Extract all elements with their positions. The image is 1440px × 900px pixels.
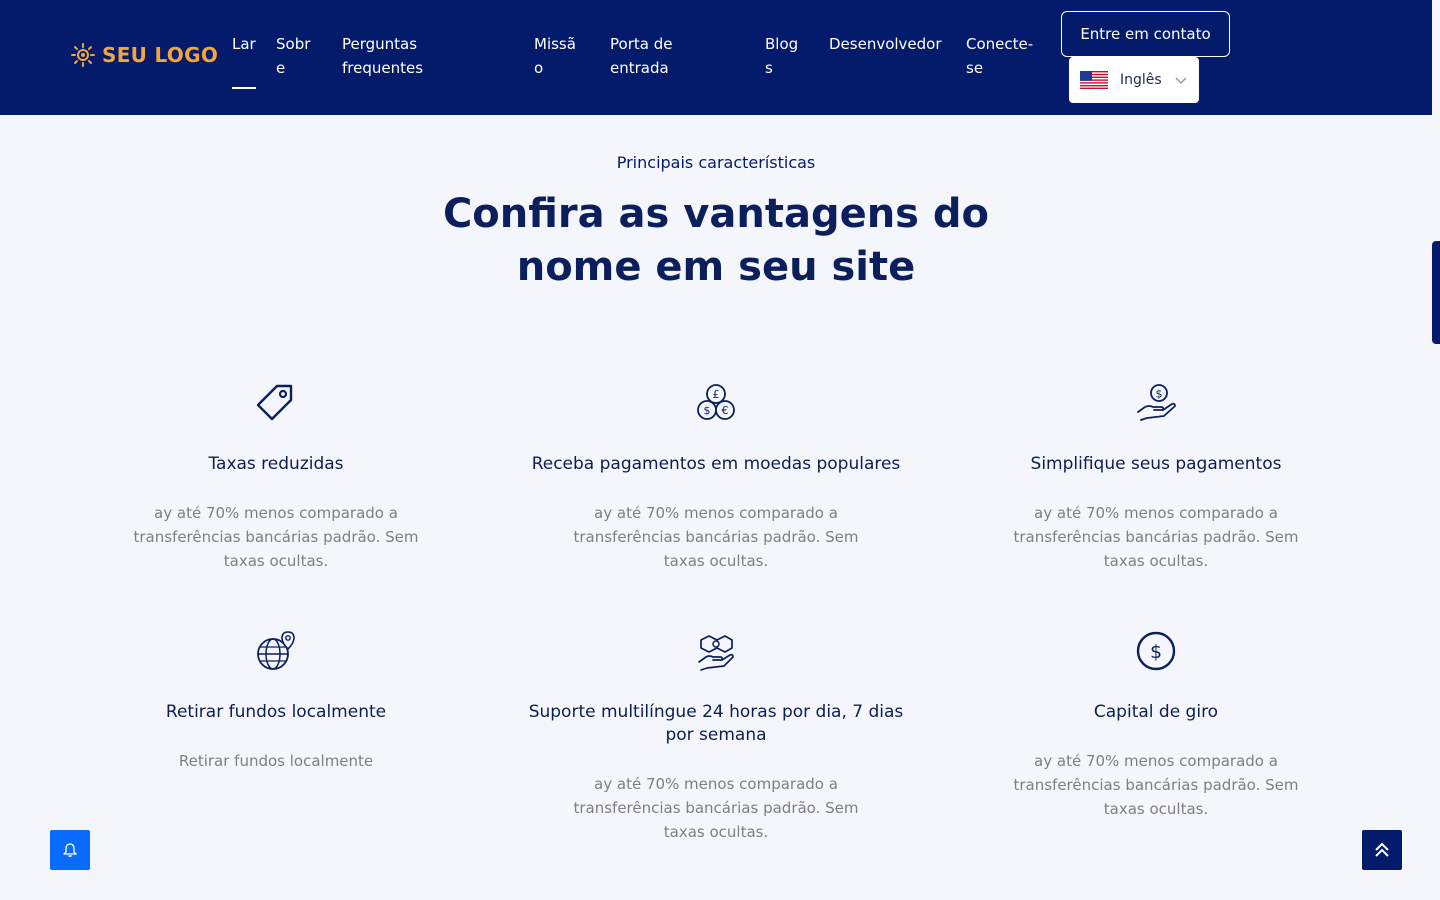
feature-title: Receba pagamentos em moedas populares [531,454,901,474]
feature-description: ay até 70% menos comparado a transferênc… [1013,504,1299,570]
logo-text: SEU LOGO [102,43,219,67]
chevron-down-icon [1175,77,1187,84]
hand-dollar-icon: $ [1137,384,1176,421]
nav-item-about[interactable]: Sobre [276,32,318,80]
feature-description: ay até 70% menos comparado a transferênc… [133,504,419,570]
nav-item-developer[interactable]: Desenvolvedor [829,32,947,56]
globe-location-icon [257,631,295,670]
currency-coins-icon: £ $ € [697,384,735,420]
notification-button[interactable] [50,830,90,870]
feature-card: $ Capital de giro ay até 70% menos compa… [996,630,1316,821]
svg-text:$: $ [1156,388,1163,401]
site-logo[interactable]: SEU LOGO [70,42,218,68]
svg-text:€: € [722,404,729,417]
nav-item-home[interactable]: Lar [232,32,256,89]
feature-description: ay até 70% menos comparado a transferênc… [573,504,859,570]
feature-card: Taxas reduzidas ay até 70% menos compara… [116,382,436,573]
svg-text:$: $ [704,404,711,417]
feature-title: Taxas reduzidas [208,454,344,474]
nav-item-connect[interactable]: Conecte-se [966,32,1048,80]
svg-text:£: £ [713,388,720,401]
nav-item-gateway[interactable]: Porta de entrada [610,32,720,80]
nav-item-faq[interactable]: Perguntas frequentes [342,32,482,80]
logo-sun-icon [71,43,95,67]
feature-description: Retirar fundos localmente [178,752,374,770]
us-flag-icon [1080,71,1108,89]
scrollbar-thumb[interactable] [1432,241,1440,344]
price-tag-icon [256,384,293,421]
feature-title: Capital de giro [1093,702,1219,722]
feature-title: Suporte multilíngue 24 horas por dia, 7 … [528,702,904,745]
nav-item-mission[interactable]: Missão [534,32,584,80]
section-title: Confira as vantagens do nome em seu site [442,191,990,290]
feature-card: Retirar fundos localmente Retirar fundos… [116,630,436,773]
section-subtitle: Principais características [616,153,816,172]
feature-title: Simplifique seus pagamentos [1030,454,1282,474]
feature-card: $ Simplifique seus pagamentos ay até 70%… [996,382,1316,573]
feature-description: ay até 70% menos comparado a transferênc… [573,775,859,841]
feature-card: £ $ € Receba pagamentos em moedas popula… [496,382,936,573]
site-header: SEU LOGO Lar Sobre Perguntas frequentes … [0,0,1432,115]
language-label: Inglês [1120,72,1162,88]
double-chevron-up-icon [1375,842,1389,857]
feature-card: Suporte multilíngue 24 horas por dia, 7 … [496,630,936,844]
bell-icon [63,843,77,857]
contact-button[interactable]: Entre em contato [1061,11,1230,57]
back-to-top-button[interactable] [1362,830,1402,870]
language-select[interactable]: Inglês [1069,57,1199,103]
nav-item-blogs[interactable]: Blogs [765,32,805,80]
feature-description: ay até 70% menos comparado a transferênc… [1013,752,1299,818]
feature-title: Retirar fundos localmente [165,702,387,722]
dollar-circle-icon: $ [1136,631,1176,671]
svg-text:$: $ [1150,641,1162,663]
handshake-support-icon [698,635,734,671]
